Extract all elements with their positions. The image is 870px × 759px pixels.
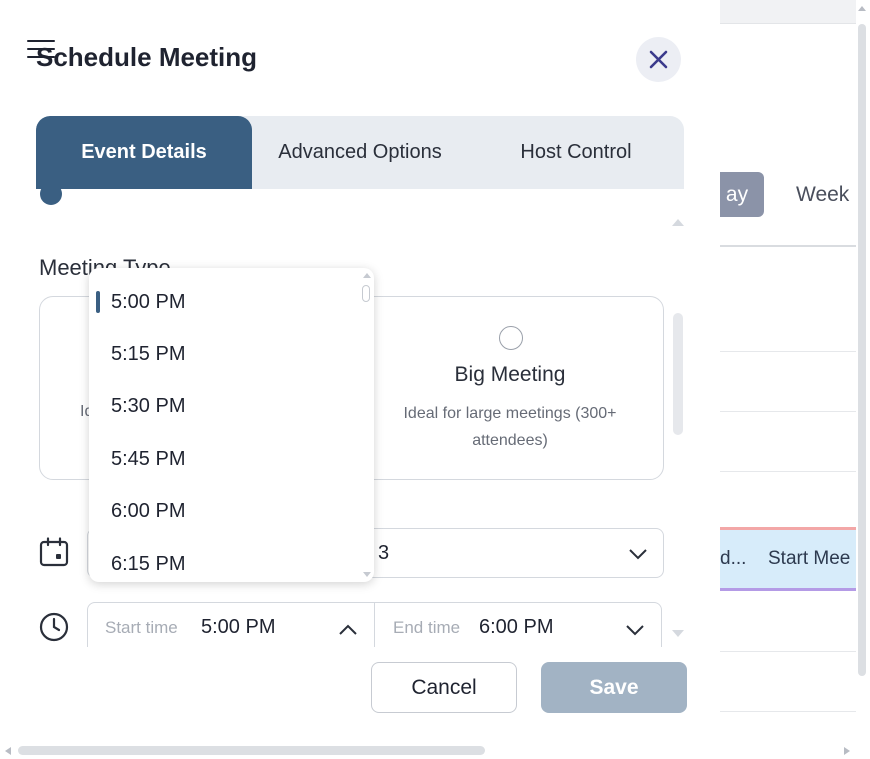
week-view-button[interactable]: Week bbox=[796, 172, 849, 217]
event-fragment: d... bbox=[720, 548, 747, 569]
time-option[interactable]: 6:00 PM bbox=[89, 485, 359, 537]
schedule-meeting-modal: Schedule Meeting Event Details Advanced … bbox=[0, 0, 720, 744]
time-range-field: Start time 5:00 PM End time 6:00 PM bbox=[87, 602, 662, 647]
end-time-select[interactable]: End time 6:00 PM bbox=[375, 603, 663, 647]
date-value: 3 bbox=[378, 542, 390, 564]
calendar-gridline bbox=[720, 711, 856, 712]
tab-advanced-options[interactable]: Advanced Options bbox=[252, 116, 468, 189]
start-time-value: 5:00 PM bbox=[201, 616, 276, 638]
dropdown-scroll-down-icon[interactable] bbox=[362, 571, 372, 579]
dropdown-scroll-up-icon[interactable] bbox=[362, 271, 372, 279]
calendar-gridline bbox=[720, 351, 856, 352]
event-title: Start Mee bbox=[768, 548, 851, 569]
scroll-up-arrow-icon[interactable] bbox=[856, 3, 868, 13]
chevron-up-icon bbox=[339, 624, 357, 635]
calendar-gridline bbox=[720, 411, 856, 412]
panel-scroll-up-icon[interactable] bbox=[671, 217, 684, 227]
tab-host-control[interactable]: Host Control bbox=[468, 116, 684, 189]
time-option[interactable]: 5:45 PM bbox=[89, 433, 359, 485]
big-meeting-description: Ideal for large meetings (300+ attendees… bbox=[403, 405, 617, 449]
calendar-gridline bbox=[720, 651, 856, 652]
clock-icon bbox=[39, 612, 69, 642]
time-option[interactable]: 5:00 PM bbox=[89, 276, 359, 328]
scroll-right-arrow-icon[interactable] bbox=[842, 746, 852, 756]
calendar-gridline bbox=[720, 471, 856, 472]
big-meeting-title: Big Meeting bbox=[454, 363, 566, 386]
partial-radio-selected[interactable] bbox=[40, 189, 62, 205]
calendar-divider bbox=[720, 245, 856, 247]
vertical-scrollbar[interactable] bbox=[858, 24, 866, 676]
end-time-label: End time bbox=[393, 618, 461, 637]
close-icon bbox=[649, 50, 668, 69]
start-time-label: Start time bbox=[105, 618, 178, 637]
big-meeting-radio[interactable] bbox=[499, 326, 523, 350]
tab-event-details[interactable]: Event Details bbox=[36, 116, 252, 189]
start-time-select[interactable]: Start time 5:00 PM bbox=[88, 603, 374, 647]
tab-bar: Event Details Advanced Options Host Cont… bbox=[36, 116, 684, 189]
end-time-value: 6:00 PM bbox=[479, 616, 554, 638]
calendar-background: ay Week d... Start Mee bbox=[710, 0, 870, 759]
chevron-down-icon bbox=[629, 549, 647, 560]
start-time-dropdown: 5:00 PM 5:15 PM 5:30 PM 5:45 PM 6:00 PM … bbox=[89, 268, 374, 582]
panel-scroll-down-icon[interactable] bbox=[671, 629, 684, 639]
time-option[interactable]: 6:15 PM bbox=[89, 538, 359, 582]
close-button[interactable] bbox=[636, 37, 681, 82]
dropdown-scrollbar-thumb[interactable] bbox=[362, 285, 370, 302]
calendar-icon bbox=[39, 537, 69, 567]
time-option[interactable]: 5:30 PM bbox=[89, 380, 359, 432]
chevron-down-icon bbox=[626, 625, 644, 636]
cancel-button[interactable]: Cancel bbox=[371, 662, 517, 713]
save-button[interactable]: Save bbox=[541, 662, 687, 713]
horizontal-scrollbar-thumb[interactable] bbox=[18, 746, 485, 755]
time-option[interactable]: 5:15 PM bbox=[89, 328, 359, 380]
scroll-left-arrow-icon[interactable] bbox=[3, 746, 13, 756]
calendar-event[interactable]: d... Start Mee bbox=[720, 527, 856, 591]
modal-title: Schedule Meeting bbox=[36, 42, 258, 72]
calendar-topbar bbox=[720, 0, 856, 24]
